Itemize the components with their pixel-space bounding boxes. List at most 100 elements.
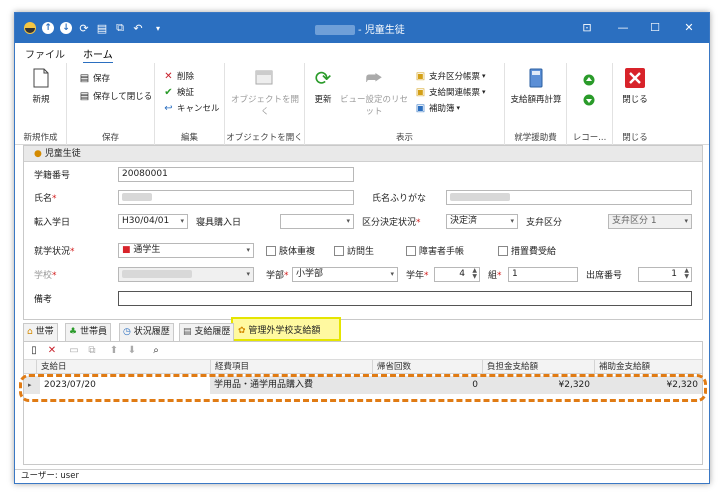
grade-stepper[interactable]: 4 ▲ ▼ bbox=[434, 267, 480, 282]
minimize-button[interactable]: — bbox=[613, 19, 633, 37]
transfer-date-label: 転入学日 bbox=[34, 218, 71, 228]
bus-icon: ■ bbox=[122, 245, 131, 255]
arrow-up-icon bbox=[583, 74, 595, 86]
grade-label: 学年* bbox=[406, 271, 429, 281]
reset-view-button[interactable]: ⮫ ビュー設定のリセット bbox=[339, 67, 409, 118]
tab-status-history[interactable]: ◷ 状況履歴 bbox=[119, 323, 174, 341]
dropdown-icon[interactable]: ▾ bbox=[151, 21, 165, 35]
ribbon: 新規 新規作成 ▤ 保存 ▤ 保存して閉じる 保存 ✕ 削除 ✔ 検証 ↩ キャンセル 編… bbox=[15, 63, 709, 145]
new-icon[interactable]: ⧉ bbox=[113, 21, 127, 35]
tab-strip: ⌂ 世帯 ♣ 世帯員 ◷ 状況履歴 ▤ 支給履歴 bbox=[23, 323, 703, 341]
save-close-button[interactable]: ▤ 保存して閉じる bbox=[79, 89, 152, 103]
col-burden-amount[interactable]: 負担金支給額 bbox=[482, 360, 594, 374]
up-icon[interactable]: ↑ bbox=[41, 21, 55, 35]
new-label: 新規 bbox=[32, 95, 50, 105]
maximize-button[interactable]: ☐ bbox=[645, 19, 665, 37]
menu-home[interactable]: ホーム bbox=[83, 46, 113, 64]
grid-up-icon[interactable]: ⬆ bbox=[108, 345, 120, 357]
name-field[interactable] bbox=[118, 190, 354, 205]
attend-no-stepper[interactable]: 1 ▲ ▼ bbox=[638, 267, 692, 282]
new-button[interactable]: 新規 bbox=[25, 67, 57, 105]
menu-file[interactable]: ファイル bbox=[25, 46, 65, 61]
ribbon-group-new: 新規 新規作成 bbox=[15, 63, 67, 145]
transfer-date-field[interactable]: H30/04/01 ▾ bbox=[118, 214, 188, 229]
group-label-calc: 就学援助費 bbox=[514, 133, 557, 143]
menu-bar: ファイル ホーム bbox=[15, 43, 709, 64]
clock-icon: ◷ bbox=[123, 327, 131, 337]
payments-grid: ▯ ✕ ▭ ⧉ ⬆ ⬇ ⌕ 支給日 経費項目 帰省回数 負担金支給額 補助金支給… bbox=[23, 341, 703, 465]
grid-open-icon[interactable]: ▭ bbox=[68, 345, 80, 357]
measure-checkbox[interactable]: 措置費受給 bbox=[498, 244, 556, 257]
close-window-button[interactable]: ✕ bbox=[679, 19, 699, 37]
col-expense-item[interactable]: 経費項目 bbox=[210, 360, 372, 374]
new-document-icon bbox=[30, 67, 52, 89]
close-button[interactable]: 閉じる bbox=[617, 67, 653, 105]
refresh-icon: ⟳ bbox=[314, 66, 332, 90]
panel-header: ● 児童生徒 bbox=[24, 146, 702, 162]
recalc-button[interactable]: 支給額再計算 bbox=[505, 67, 567, 105]
grid-new-icon[interactable]: ▯ bbox=[28, 345, 40, 357]
grid-delete-icon[interactable]: ✕ bbox=[46, 345, 58, 357]
open-object-button[interactable]: オブジェクトを開く bbox=[231, 67, 299, 117]
tab-payment-history[interactable]: ▤ 支給履歴 bbox=[179, 323, 235, 341]
save-close-icon: ▤ bbox=[79, 90, 90, 102]
dept-label: 学部* bbox=[266, 271, 289, 281]
dept-select[interactable]: 小学部 ▾ bbox=[292, 267, 398, 282]
group-label-edit: 編集 bbox=[180, 133, 198, 143]
delete-icon: ✕ bbox=[164, 70, 173, 82]
grid-down-icon[interactable]: ⬇ bbox=[126, 345, 138, 357]
tab-household[interactable]: ⌂ 世帯 bbox=[23, 323, 58, 341]
status-bar: ユーザー: user bbox=[15, 469, 709, 483]
name-label: 氏名* bbox=[34, 194, 57, 204]
ledger1-button[interactable]: ▣ 支弁区分帳票 ▾ bbox=[415, 69, 486, 83]
col-return-count[interactable]: 帰省回数 bbox=[372, 360, 482, 374]
col-subsidy-amount[interactable]: 補助金支給額 bbox=[594, 360, 702, 374]
school-select[interactable]: ▾ bbox=[118, 267, 254, 282]
group-label-record: レコー... bbox=[572, 133, 607, 143]
open-object-icon bbox=[254, 67, 276, 89]
tab-household-members[interactable]: ♣ 世帯員 bbox=[65, 323, 111, 341]
window-title: - 児童生徒 bbox=[315, 21, 405, 36]
bedding-date-field[interactable]: ▾ bbox=[280, 214, 354, 229]
student-icon: ● bbox=[34, 149, 42, 159]
delete-button[interactable]: ✕ 削除 bbox=[163, 69, 194, 83]
class-field[interactable]: 1 bbox=[508, 267, 578, 282]
undo-icon[interactable]: ↶ bbox=[131, 21, 145, 35]
group-label-save: 保存 bbox=[101, 133, 119, 143]
down-icon[interactable]: ↓ bbox=[59, 21, 73, 35]
visiting-checkbox[interactable]: 訪問生 bbox=[334, 244, 374, 257]
cancel-button[interactable]: ↩ キャンセル bbox=[163, 101, 219, 115]
grid-preview-icon[interactable]: ⌕ bbox=[150, 345, 162, 357]
record-up-button[interactable] bbox=[583, 73, 595, 87]
remarks-label: 備考 bbox=[34, 295, 53, 305]
app-window: ↑ ↓ ⟳ ▤ ⧉ ↶ ▾ - 児童生徒 ⊡ — ☐ ✕ ファイル ホーム 新規… bbox=[14, 12, 710, 484]
ribbon-group-save: ▤ 保存 ▤ 保存して閉じる 保存 bbox=[67, 63, 155, 145]
validate-button[interactable]: ✔ 検証 bbox=[163, 85, 194, 99]
book-icon: ▣ bbox=[415, 102, 426, 114]
ribbon-group-view: ⟳ 更新 ⮫ ビュー設定のリセット ▣ 支弁区分帳票 ▾ ▣ 支給関連帳票 ▾ ▣ 補助簿… bbox=[305, 63, 505, 145]
tab-external-school-payments[interactable]: ✿ 管理外学校支給額 bbox=[235, 323, 323, 341]
ledger2-button[interactable]: ▣ 支給関連帳票 ▾ bbox=[415, 85, 486, 99]
save-button[interactable]: ▤ 保存 bbox=[79, 71, 110, 85]
save-icon[interactable]: ▤ bbox=[95, 21, 109, 35]
record-down-button[interactable] bbox=[583, 93, 595, 107]
subsidy-book-button[interactable]: ▣ 補助簿 ▾ bbox=[415, 101, 460, 115]
house-icon: ⌂ bbox=[27, 327, 33, 337]
grid-link-icon[interactable]: ⧉ bbox=[86, 345, 98, 357]
attend-no-label: 出席番号 bbox=[586, 271, 623, 281]
restore-view-button[interactable]: ⊡ bbox=[577, 19, 597, 37]
student-panel: ● 児童生徒 学籍番号 20080001 氏名* 氏名ふりがな 転入学日 H30… bbox=[23, 145, 703, 320]
category-status-select[interactable]: 決定済 ▾ bbox=[446, 214, 518, 229]
refresh-button[interactable]: ⟳ 更新 bbox=[309, 66, 337, 105]
refresh-icon[interactable]: ⟳ bbox=[77, 21, 91, 35]
remarks-field[interactable] bbox=[118, 291, 692, 306]
save-icon: ▤ bbox=[79, 72, 90, 84]
payer-category-select[interactable]: 支弁区分 1 ▾ bbox=[608, 214, 692, 229]
history-icon: ▤ bbox=[183, 327, 192, 337]
handbook-checkbox[interactable]: 障害者手帳 bbox=[406, 244, 464, 257]
col-pay-date[interactable]: 支給日 bbox=[36, 360, 210, 374]
student-no-field[interactable]: 20080001 bbox=[118, 167, 354, 182]
name-kana-field[interactable] bbox=[446, 190, 692, 205]
disability-dup-checkbox[interactable]: 肢体重複 bbox=[266, 244, 315, 257]
attendance-select[interactable]: ■ 通学生 ▾ bbox=[118, 243, 254, 258]
